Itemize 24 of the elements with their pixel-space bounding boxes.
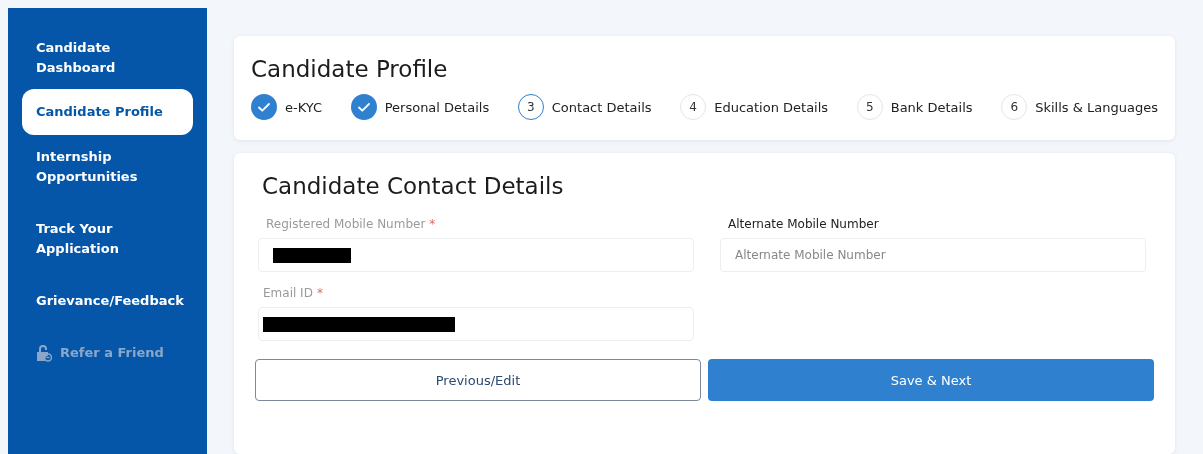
step-label: Skills & Languages <box>1035 99 1158 115</box>
step-label: Personal Details <box>384 99 490 115</box>
input-field[interactable] <box>258 238 694 272</box>
step-label: Bank Details <box>890 99 973 115</box>
required-mark: * <box>429 217 436 231</box>
input-field[interactable]: Alternate Mobile Number <box>720 238 1146 272</box>
field-label: Email ID <box>263 286 313 300</box>
sidebar-item[interactable]: Grievance/Feedback <box>8 291 183 311</box>
input-field[interactable] <box>258 307 694 341</box>
field-label: Registered Mobile Number <box>266 217 426 231</box>
step-label: Education Details <box>714 99 829 115</box>
step-label: Contact Details <box>551 99 652 115</box>
sidebar-item[interactable]: Candidate Profile <box>22 89 193 135</box>
sidebar-item[interactable]: Internship Opportunities <box>8 147 183 187</box>
sidebar-item[interactable]: Track Your Application <box>8 219 183 259</box>
sidebar-item[interactable]: Candidate Dashboard <box>8 38 183 78</box>
form-title: Candidate Contact Details <box>262 173 565 199</box>
step-label: e-KYC <box>285 99 323 115</box>
page-title: Candidate Profile <box>251 56 449 82</box>
field-label: Alternate Mobile Number <box>728 217 879 231</box>
lock-icon <box>36 344 52 362</box>
required-mark: * <box>316 286 323 300</box>
previous-button[interactable]: Previous/Edit <box>255 359 701 401</box>
save-next-button[interactable]: Save & Next <box>708 359 1154 401</box>
